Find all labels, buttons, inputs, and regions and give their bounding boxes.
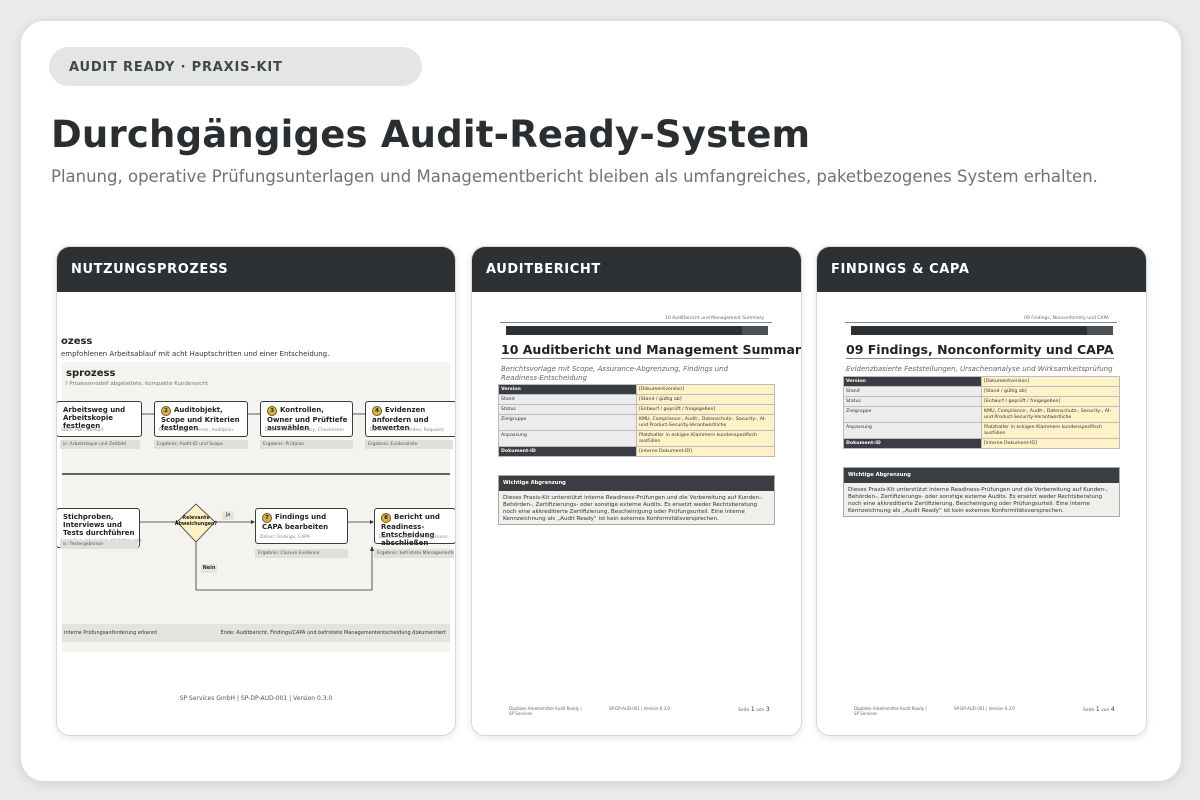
- doc-heading: ozess: [61, 336, 93, 347]
- step-result: is: Arbeitskopie und Zeitbild: [60, 440, 140, 449]
- disclaimer-box: Wichtige Abgrenzung Dieses Praxis-Kit un…: [498, 475, 775, 525]
- decision-label: Relevante Abweichungen?: [174, 516, 218, 527]
- process-diagram: sprozess l Prozessmodell abgeleitete, ko…: [57, 362, 455, 652]
- step-number: 3: [267, 406, 277, 416]
- title-rule: [846, 358, 1114, 359]
- document-preview: 10 Auditbericht und Management Summary 1…: [472, 292, 801, 735]
- step-result: Ergebnis: Audit-ID und Scope: [154, 440, 248, 449]
- step-number: 8: [381, 513, 391, 523]
- step-result: is: Testergebnisse: [60, 540, 138, 549]
- card-auditbericht[interactable]: AUDITBERICHT 10 Auditbericht und Managem…: [471, 246, 802, 736]
- page-number: Seite 1 von 3: [738, 706, 770, 713]
- running-header: 09 Findings, Nonconformity und CAPA: [1024, 316, 1109, 321]
- disclaimer-text: Dieses Praxis-Kit unterstützt interne Re…: [848, 487, 1108, 514]
- doc-title: 09 Findings, Nonconformity und CAPA: [846, 342, 1114, 357]
- step-result: Ergebnis: befristete Managemententscheid…: [374, 549, 454, 558]
- footer-center: SP-DP-AUD-001 | Version 0.3.0: [609, 706, 670, 711]
- title-bar: [851, 326, 1113, 335]
- card-findings-capa[interactable]: FINDINGS & CAPA 09 Findings, Nonconformi…: [816, 246, 1147, 736]
- process-step: Arbeitsweg und Arbeitskopie festlegen St…: [57, 401, 142, 437]
- process-end: Ende: Auditbericht, Findings/CAPA und be…: [220, 630, 446, 636]
- header-rule: [845, 322, 1117, 323]
- doc-footer: SP Services GmbH | SP-DP-AUD-001 | Versi…: [179, 695, 333, 702]
- step-result: Ergebnis: Evidenzliste: [365, 440, 453, 449]
- disclaimer-title: Wichtige Abgrenzung: [499, 476, 774, 491]
- page-title: Durchgängiges Audit-Ready-System: [51, 113, 811, 156]
- section-badge: AUDIT READY · PRAXIS-KIT: [49, 47, 422, 86]
- page-number: Seite 1 von 4: [1083, 706, 1115, 713]
- step-number: 4: [372, 406, 382, 416]
- disclaimer-title: Wichtige Abgrenzung: [844, 468, 1119, 483]
- card-header: AUDITBERICHT: [472, 247, 801, 292]
- showcase-frame: AUDIT READY · PRAXIS-KIT Durchgängiges A…: [20, 20, 1182, 782]
- page-subtitle: Planung, operative Prüfungsunterlagen un…: [51, 167, 1098, 186]
- doc-lead: Evidenzbasierte Feststellungen, Ursachen…: [846, 365, 1113, 373]
- doc-title: 10 Auditbericht und Management Summary: [501, 342, 801, 357]
- step-result: Ergebnis: Prüfplan: [260, 440, 353, 449]
- decision-yes-label: Ja: [222, 511, 234, 520]
- footer-left: Digitales Arbeitsmittel Audit Ready | SP…: [509, 706, 582, 716]
- running-header: 10 Auditbericht und Management Summary: [664, 316, 764, 321]
- process-start: interne Prüfungsanforderung erkannt: [64, 630, 158, 636]
- header-rule: [500, 322, 772, 323]
- disclaimer-box: Wichtige Abgrenzung Dieses Praxis-Kit un…: [843, 467, 1120, 517]
- meta-table: Version [Dokumentversion] Stand [Stand / g…: [843, 376, 1120, 449]
- meta-table: Version [Dokumentversion] Stand [Stand / g…: [498, 384, 775, 457]
- step-number: 2: [161, 406, 171, 416]
- document-preview: ozess empfohlenen Arbeitsablauf mit acht…: [57, 292, 455, 735]
- disclaimer-text: Dieses Praxis-Kit unterstützt interne Re…: [503, 495, 763, 522]
- process-step: 8 Bericht und Readiness-Entscheidung absc…: [374, 508, 455, 547]
- footer-left: Digitales Arbeitsmittel Audit Ready | SP…: [854, 706, 927, 716]
- step-number: 7: [262, 513, 272, 523]
- process-start-end-bar: interne Prüfungsanforderung erkannt Ende…: [62, 624, 450, 642]
- card-header: FINDINGS & CAPA: [817, 247, 1146, 292]
- document-preview: 09 Findings, Nonconformity und CAPA 09 F…: [817, 292, 1146, 735]
- doc-lead: Berichtsvorlage mit Scope, Assurance-Abg…: [501, 365, 729, 382]
- process-step: 7 Findings und CAPA bearbeiten Daten: Fin…: [255, 508, 348, 544]
- card-header: NUTZUNGSPROZESS: [57, 247, 455, 292]
- process-step: 2 Auditobjekt, Scope und Kriterien festle…: [154, 401, 248, 437]
- title-bar: [506, 326, 768, 335]
- footer-center: SP-DP-AUD-001 | Version 0.3.0: [954, 706, 1015, 711]
- decision-no-label: Nein: [201, 564, 217, 573]
- doc-lead: empfohlenen Arbeitsablauf mit acht Haupt…: [61, 350, 330, 358]
- card-nutzungsprozess[interactable]: NUTZUNGSPROZESS ozess empfohlenen Arbeit…: [56, 246, 456, 736]
- title-rule: [501, 358, 769, 359]
- process-step: 4 Evidenzen anfordern und bewerten Daten:…: [365, 401, 455, 437]
- process-step: 3 Kontrollen, Owner und Prüftiefe auswähl…: [260, 401, 353, 437]
- step-result: Ergebnis: Closure Evidence: [255, 549, 348, 558]
